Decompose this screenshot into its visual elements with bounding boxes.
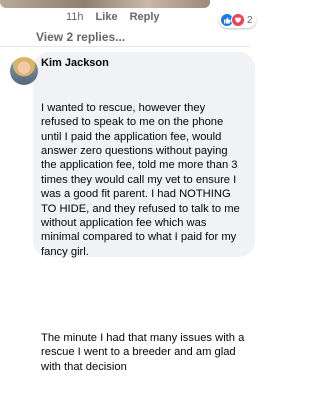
view-replies-link[interactable]: View 2 replies... [36, 30, 125, 44]
photo-edge [0, 0, 210, 8]
reply-link[interactable]: Reply [130, 11, 160, 23]
comment-author[interactable]: Kim Jackson [41, 56, 245, 71]
comment-body: I wanted to rescue, however they refused… [41, 72, 245, 403]
comment-paragraph-2: The minute I had that many issues with a… [41, 331, 248, 373]
comment-paragraph-1: I wanted to rescue, however they refused… [41, 101, 243, 258]
comment-bubble: Kim Jackson I wanted to rescue, however … [33, 52, 255, 373]
previous-comment-actions: 11h Like Reply [66, 11, 160, 23]
comment-timestamp[interactable]: 11h [66, 11, 84, 23]
reaction-count: 2 [247, 14, 253, 26]
like-link[interactable]: Like [96, 11, 118, 23]
divider [0, 46, 250, 47]
reactions-summary[interactable]: 2 [219, 12, 256, 28]
love-reaction-icon [231, 13, 245, 27]
avatar[interactable] [10, 57, 38, 85]
